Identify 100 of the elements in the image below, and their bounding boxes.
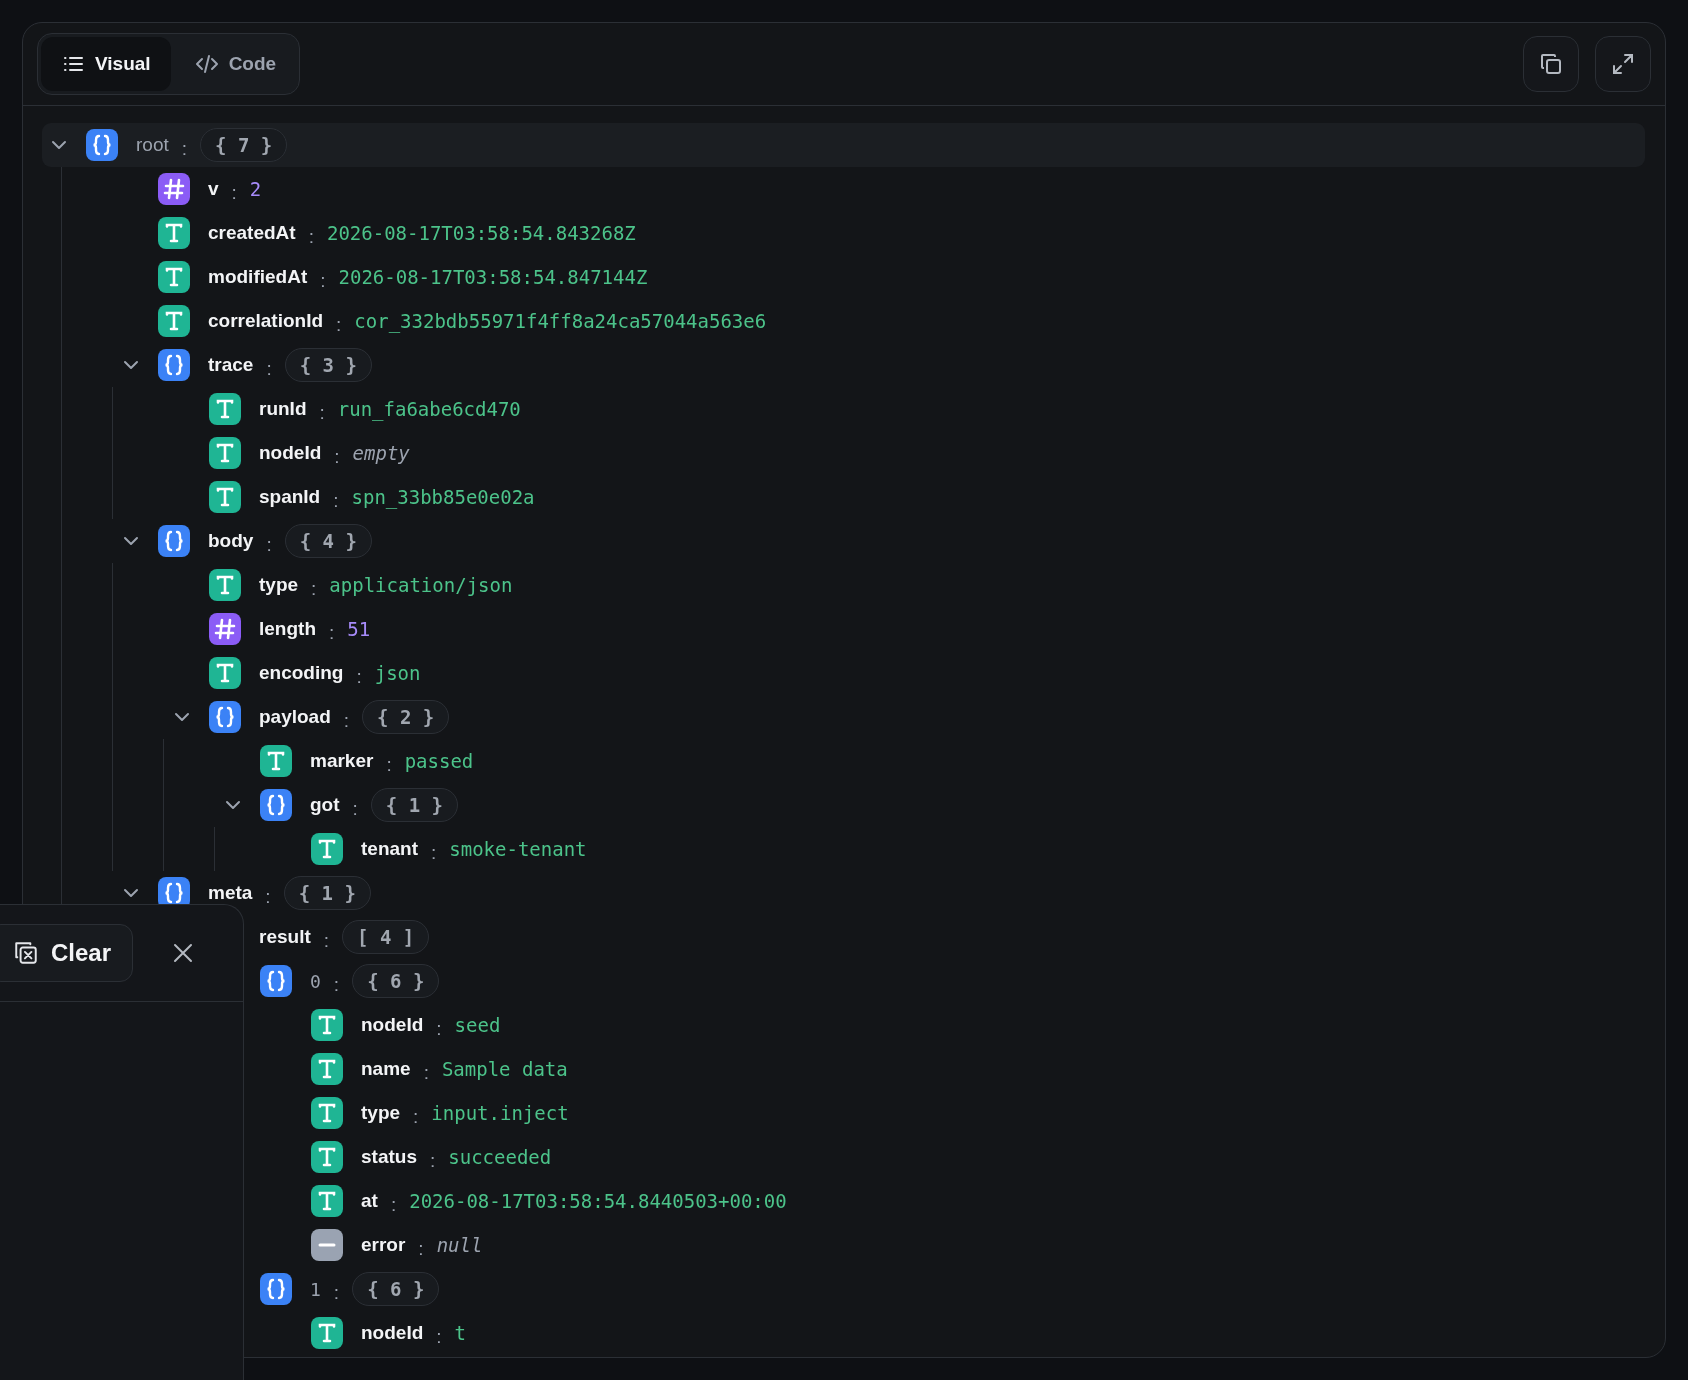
- text-type-icon: [209, 569, 241, 601]
- colon: :: [308, 225, 314, 248]
- key-label: modifiedAt: [208, 266, 308, 288]
- key-label: spanId: [259, 486, 321, 508]
- view-tab[interactable]: Visual: [41, 37, 171, 91]
- colon: :: [266, 357, 272, 380]
- count-badge: { 6 }: [352, 1272, 440, 1306]
- key-label: nodeId: [259, 442, 322, 464]
- text-type-icon: [209, 657, 241, 689]
- expand-button[interactable]: [1595, 36, 1651, 92]
- braces-icon: [260, 965, 292, 997]
- colon: :: [333, 973, 340, 996]
- text-type-icon: [311, 1053, 343, 1085]
- value-text: empty: [352, 442, 410, 464]
- value-text: 2026-08-17T03:58:54.847144Z: [338, 266, 648, 288]
- text-type-icon: [209, 437, 241, 469]
- colon: :: [431, 841, 437, 864]
- key-label: root: [136, 134, 169, 156]
- colon: :: [319, 401, 325, 424]
- clear-icon: [13, 940, 39, 966]
- dash-icon: [311, 1229, 343, 1261]
- braces-icon: [209, 701, 241, 733]
- colon: :: [333, 489, 339, 512]
- colon: :: [413, 1105, 419, 1128]
- clear-button[interactable]: Clear: [0, 924, 133, 982]
- value-text: passed: [404, 750, 474, 772]
- colon: :: [266, 533, 272, 556]
- colon: :: [352, 797, 358, 820]
- count-badge: { 4 }: [284, 524, 372, 558]
- colon: :: [429, 1149, 436, 1172]
- key-label: payload: [259, 706, 331, 728]
- value-text: seed: [454, 1014, 501, 1036]
- text-type-icon: [311, 1009, 343, 1041]
- value-text: smoke-tenant: [449, 838, 587, 860]
- text-type-icon: [311, 1141, 343, 1173]
- colon: :: [320, 269, 326, 292]
- count-badge: { 3 }: [284, 348, 372, 382]
- key-label: tenant: [361, 838, 418, 860]
- value-text: 2026-08-17T03:58:54.843268Z: [326, 222, 636, 244]
- copy-button[interactable]: [1523, 36, 1579, 92]
- key-label: encoding: [259, 662, 344, 684]
- key-label: result: [259, 926, 311, 948]
- key-label: body: [208, 530, 254, 552]
- key-label: length: [259, 618, 316, 640]
- braces-icon: [158, 349, 190, 381]
- colon: :: [311, 577, 317, 600]
- key-label: got: [310, 794, 340, 816]
- value-text: null: [436, 1234, 483, 1256]
- hash-icon: [209, 613, 241, 645]
- colon: :: [265, 885, 271, 908]
- value-text: 51: [347, 618, 371, 640]
- braces-icon: [260, 789, 292, 821]
- braces-icon: [260, 1273, 292, 1305]
- key-label: nodeId: [361, 1014, 424, 1036]
- colon: :: [418, 1237, 424, 1260]
- text-type-icon: [209, 393, 241, 425]
- text-type-icon: [209, 481, 241, 513]
- value-text: 2: [249, 178, 262, 200]
- value-text: cor_332bdb55971f4ff8a24ca57044a563e6: [354, 310, 767, 332]
- key-label: runId: [259, 398, 307, 420]
- colon: :: [334, 445, 340, 468]
- text-type-icon: [158, 261, 190, 293]
- key-label: 0: [310, 970, 321, 992]
- hash-icon: [158, 173, 190, 205]
- colon: :: [231, 181, 237, 204]
- colon: :: [336, 313, 342, 336]
- colon: :: [386, 753, 392, 776]
- colon: :: [423, 1061, 429, 1084]
- text-type-icon: [311, 833, 343, 865]
- key-label: correlationId: [208, 310, 324, 332]
- code-icon: [194, 52, 219, 76]
- text-type-icon: [311, 1097, 343, 1129]
- value-text: spn_33bb85e0e02a: [351, 486, 535, 508]
- count-badge: { 1 }: [370, 788, 459, 822]
- key-label: v: [208, 178, 219, 200]
- text-type-icon: [158, 217, 190, 249]
- value-text: 2026-08-17T03:58:54.8440503+00:00: [409, 1190, 787, 1212]
- count-badge: { 6 }: [352, 964, 440, 998]
- key-label: createdAt: [208, 222, 296, 244]
- value-text: input.inject: [431, 1102, 569, 1124]
- expand-icon: [1611, 52, 1635, 76]
- count-badge: [ 4 ]: [342, 920, 430, 954]
- colon: :: [390, 1193, 397, 1216]
- view-tab[interactable]: Code: [174, 37, 297, 91]
- colon: :: [323, 929, 330, 952]
- count-badge: { 1 }: [283, 876, 371, 910]
- value-text: t: [454, 1322, 466, 1344]
- close-icon[interactable]: [171, 941, 195, 965]
- key-label: meta: [208, 882, 253, 904]
- count-badge: { 2 }: [362, 700, 450, 734]
- colon: :: [436, 1325, 442, 1348]
- braces-icon: [158, 525, 190, 557]
- key-label: status: [361, 1146, 417, 1168]
- text-type-icon: [311, 1317, 343, 1349]
- value-text: application/json: [329, 574, 513, 596]
- key-label: trace: [208, 354, 254, 376]
- colon: :: [343, 709, 350, 732]
- key-label: name: [361, 1058, 411, 1080]
- text-type-icon: [311, 1185, 343, 1217]
- value-text: Sample data: [441, 1058, 568, 1080]
